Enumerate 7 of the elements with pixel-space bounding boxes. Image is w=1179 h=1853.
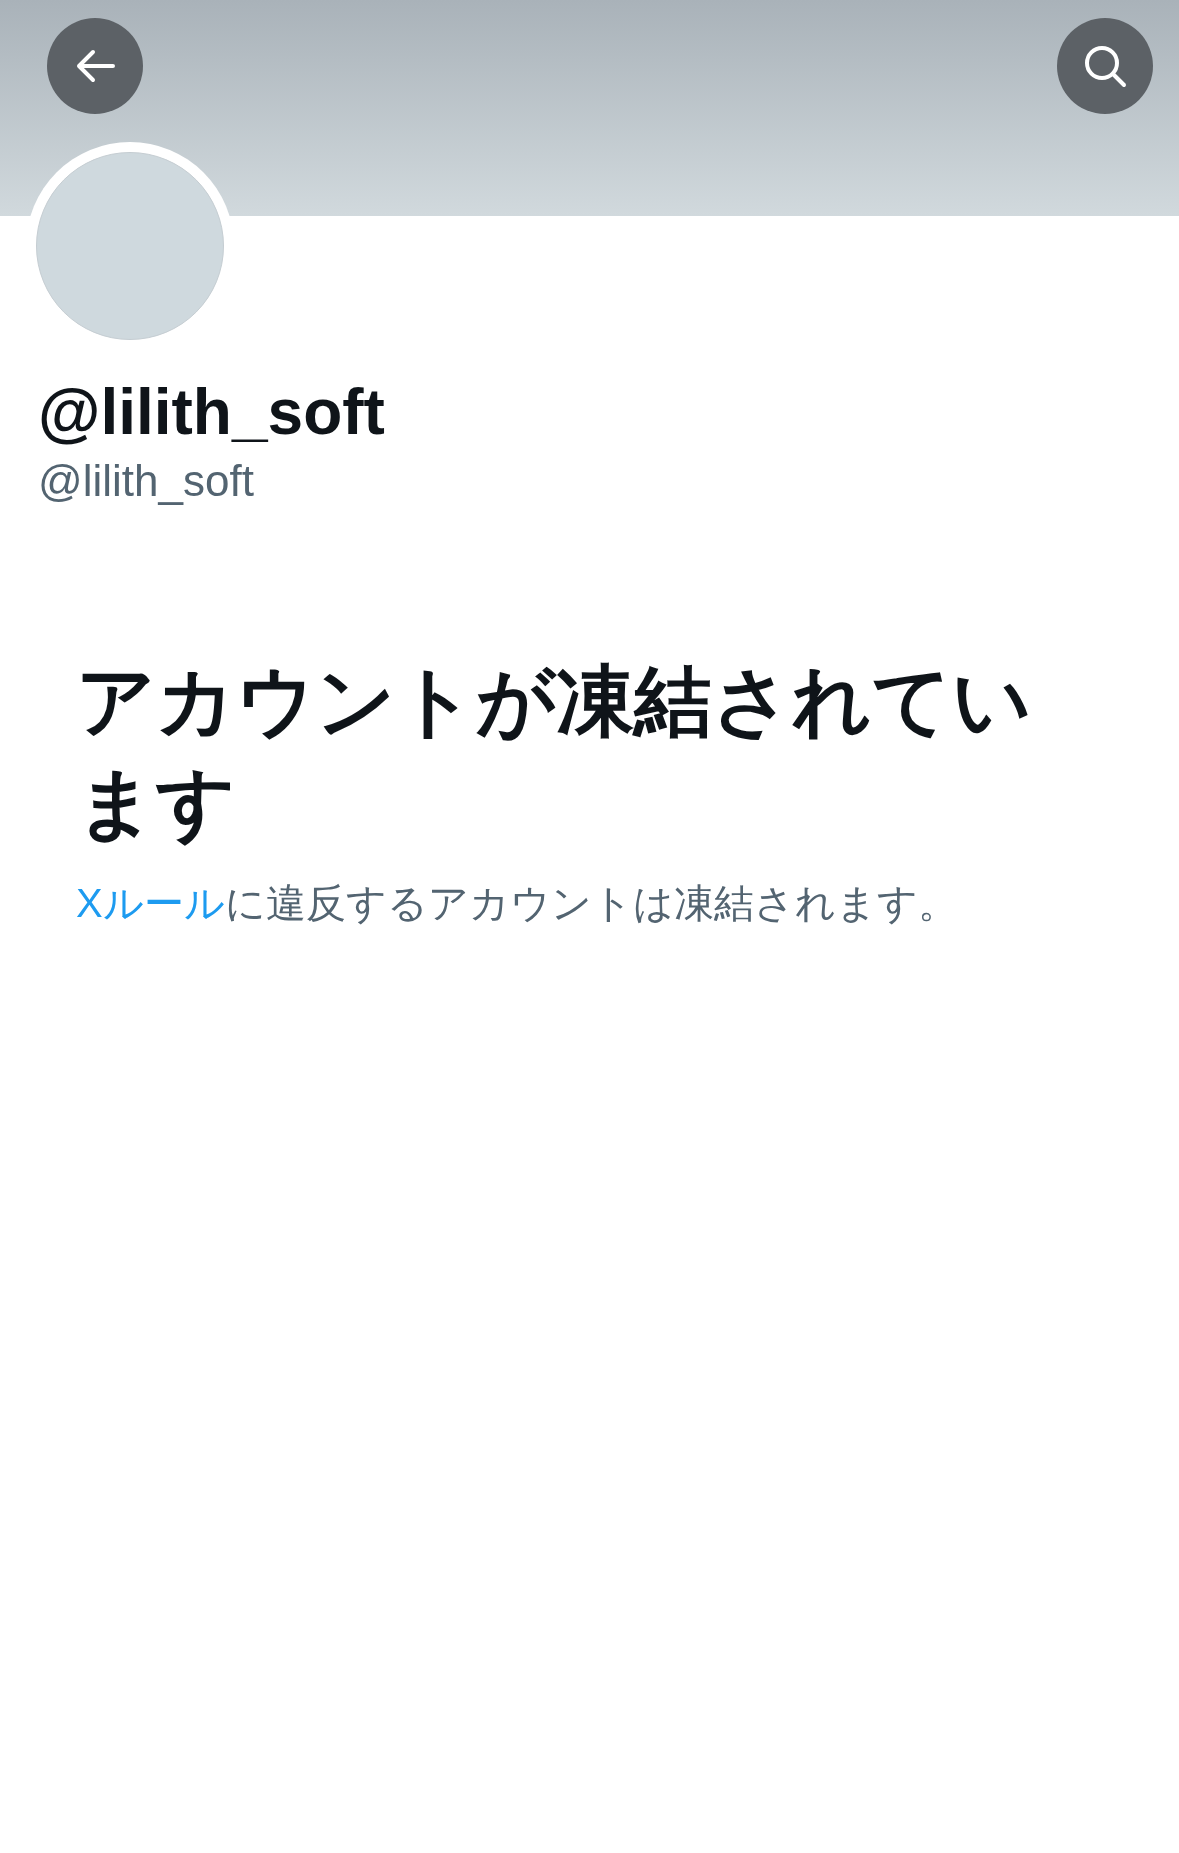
username: @lilith_soft [38, 455, 255, 507]
notice-title: アカウントが凍結されています [76, 656, 1033, 849]
search-icon [1083, 44, 1127, 88]
notice-text: Xルールに違反するアカウントは凍結されます。 [76, 880, 959, 927]
arrow-left-icon [75, 49, 115, 83]
display-name: @lilith_soft [38, 375, 386, 450]
rules-link[interactable]: Xルール [76, 881, 225, 925]
